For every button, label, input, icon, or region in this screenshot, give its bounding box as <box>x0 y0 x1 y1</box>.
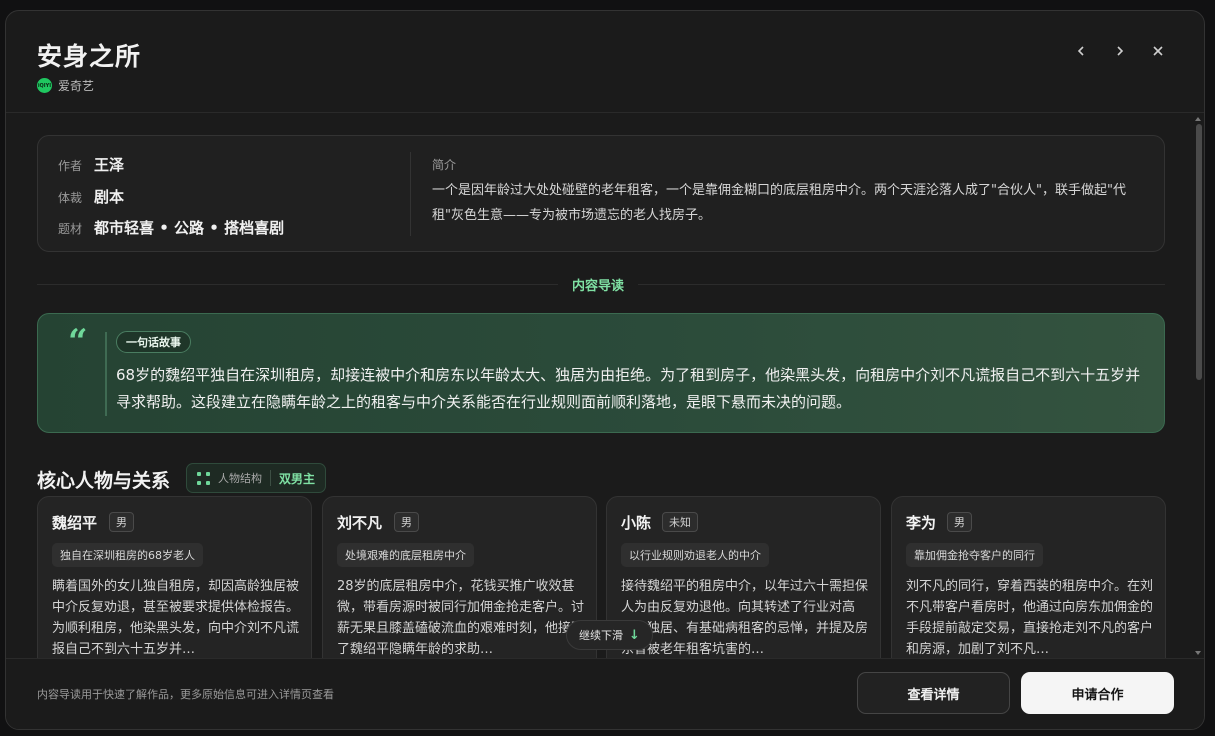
next-button[interactable] <box>1108 39 1132 63</box>
character-role: 靠加佣金抢夺客户的同行 <box>906 543 1043 567</box>
character-desc: 刘不凡的同行，穿着西装的租房中介。在刘不凡带客户看房时，他通过向房东加佣金的手段… <box>906 579 1154 657</box>
structure-divider <box>270 470 271 486</box>
character-card[interactable]: 李为 男 靠加佣金抢夺客户的同行 刘不凡的同行，穿着西装的租房中介。在刘不凡带客… <box>891 496 1166 658</box>
modal-content[interactable]: 作者 王泽 体裁 剧本 题材 都市轻喜 • 公路 • 搭档喜剧 简介 一个是因年… <box>6 114 1196 658</box>
character-gender: 未知 <box>662 512 698 532</box>
grid-icon <box>197 471 210 485</box>
synopsis-text: 一个是因年龄过大处处碰壁的老年租客，一个是靠佣金糊口的底层租房中介。两个天涯沦落… <box>432 183 1126 223</box>
quote-icon: “ <box>68 322 88 362</box>
meta-theme-value: 都市轻喜 • 公路 • 搭档喜剧 <box>94 219 285 237</box>
meta-theme: 题材 都市轻喜 • 公路 • 搭档喜剧 <box>58 217 284 238</box>
arrow-down-icon: ↓ <box>629 627 640 643</box>
character-role: 独自在深圳租房的68岁老人 <box>52 543 203 567</box>
character-gender: 男 <box>947 512 972 532</box>
close-button[interactable] <box>1146 39 1170 63</box>
logline-tag: 一句话故事 <box>116 331 191 353</box>
meta-theme-label: 题材 <box>58 222 83 236</box>
meta-author-label: 作者 <box>58 159 83 173</box>
character-gender: 男 <box>394 512 419 532</box>
character-role: 处境艰难的底层租房中介 <box>337 543 474 567</box>
character-name: 小陈 <box>621 514 652 532</box>
previous-button[interactable] <box>1069 39 1093 63</box>
scroll-down-icon[interactable] <box>1195 651 1201 655</box>
character-desc: 瞒着国外的女儿独自租房，却因高龄独居被中介反复劝退，甚至被要求提供体检报告。为顺… <box>52 579 300 657</box>
info-divider <box>410 152 411 236</box>
close-icon <box>1153 46 1163 56</box>
view-details-button[interactable]: 查看详情 <box>857 672 1010 714</box>
iqiyi-logo-icon: iQIYI <box>37 78 52 93</box>
scroll-up-icon[interactable] <box>1195 117 1201 121</box>
character-gender: 男 <box>109 512 134 532</box>
character-card[interactable]: 刘不凡 男 处境艰难的底层租房中介 28岁的底层租房中介，花钱买推广收效甚微，带… <box>322 496 597 658</box>
footer-note: 内容导读用于快速了解作品，更多原始信息可进入详情页查看 <box>37 688 334 701</box>
apply-cooperation-button[interactable]: 申请合作 <box>1021 672 1174 714</box>
meta-author: 作者 王泽 <box>58 154 124 175</box>
character-role: 以行业规则劝退老人的中介 <box>621 543 769 567</box>
modal-footer: 内容导读用于快速了解作品，更多原始信息可进入详情页查看 查看详情 申请合作 <box>6 658 1204 729</box>
work-detail-modal: 安身之所 iQIYI 爱奇艺 作者 王泽 体裁 剧本 题材 都市轻喜 • 公路 … <box>5 10 1205 730</box>
character-desc: 28岁的底层租房中介，花钱买推广收效甚微，带看房源时被同行加佣金抢走客户。讨薪无… <box>337 579 585 657</box>
structure-badge: 人物结构 双男主 <box>186 463 327 493</box>
character-name: 李为 <box>906 514 937 532</box>
character-name: 刘不凡 <box>337 514 383 532</box>
platform-name: 爱奇艺 <box>58 79 95 93</box>
scroll-hint-label: 继续下滑 <box>579 629 623 642</box>
logline-accent-bar <box>105 332 107 416</box>
scrollbar-thumb[interactable] <box>1196 124 1202 380</box>
structure-value: 双男主 <box>279 471 316 486</box>
logline-text: 68岁的魏绍平独自在深圳租房，却接连被中介和房东以年龄太大、独居为由拒绝。为了租… <box>116 366 1141 411</box>
meta-genre-label: 体裁 <box>58 191 83 205</box>
scroll-hint-button[interactable]: 继续下滑 ↓ <box>566 620 653 650</box>
section-label: 内容导读 <box>558 275 639 294</box>
synopsis-label: 简介 <box>432 158 457 172</box>
character-name: 魏绍平 <box>52 514 98 532</box>
info-card: 作者 王泽 体裁 剧本 题材 都市轻喜 • 公路 • 搭档喜剧 简介 一个是因年… <box>37 135 1165 252</box>
character-desc: 接待魏绍平的租房中介，以年过六十需担保人为由反复劝退他。向其转述了行业对高龄、独… <box>621 579 869 657</box>
meta-genre-value: 剧本 <box>94 188 125 206</box>
meta-genre: 体裁 剧本 <box>58 186 124 207</box>
scrollbar[interactable] <box>1195 114 1202 658</box>
platform-info: iQIYI 爱奇艺 <box>37 77 94 94</box>
chevron-left-icon <box>1077 46 1084 56</box>
meta-author-value: 王泽 <box>94 156 125 174</box>
character-card[interactable]: 魏绍平 男 独自在深圳租房的68岁老人 瞒着国外的女儿独自租房，却因高龄独居被中… <box>37 496 312 658</box>
work-title: 安身之所 <box>37 42 142 71</box>
modal-header: 安身之所 iQIYI 爱奇艺 <box>6 11 1204 113</box>
chevron-right-icon <box>1117 46 1124 56</box>
logline-card: “ 一句话故事 68岁的魏绍平独自在深圳租房，却接连被中介和房东以年龄太大、独居… <box>37 313 1165 433</box>
structure-label: 人物结构 <box>218 472 262 485</box>
characters-title: 核心人物与关系 <box>37 470 171 492</box>
